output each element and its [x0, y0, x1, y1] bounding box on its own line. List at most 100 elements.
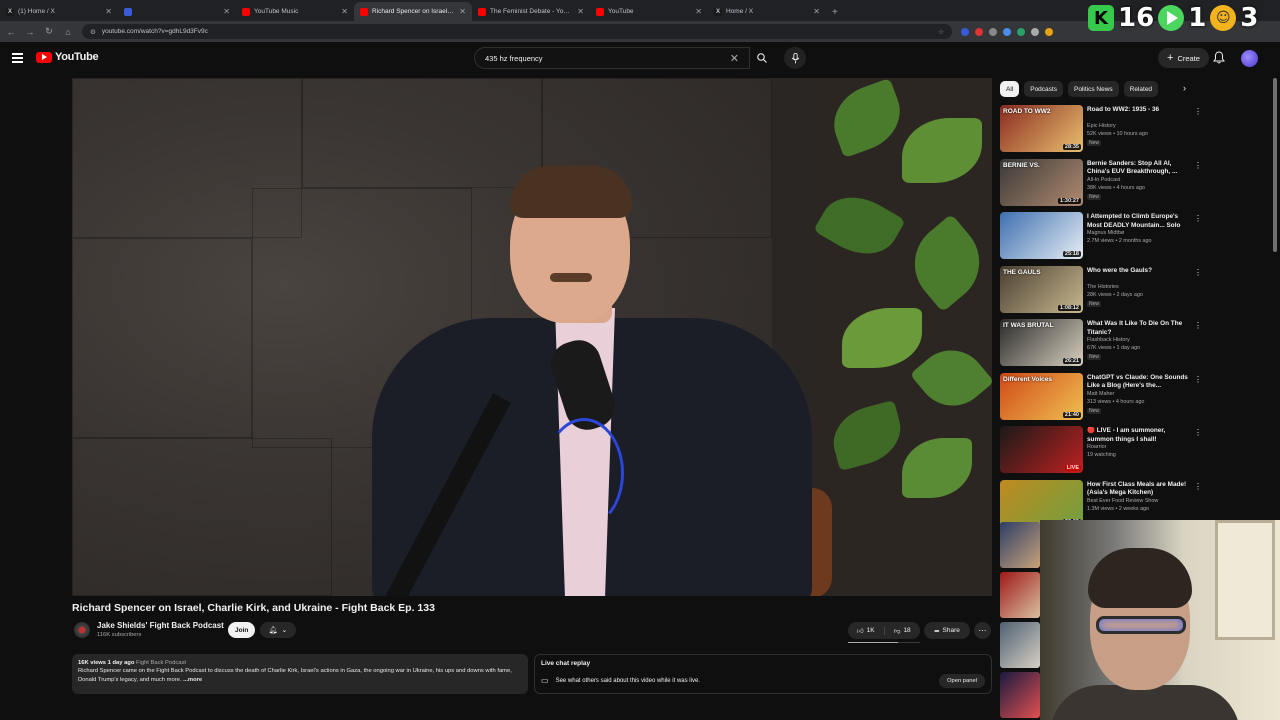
recommendation-title[interactable]: How First Class Meals are Made! (Asia's … [1087, 481, 1191, 498]
close-tab-icon[interactable]: ✕ [223, 7, 230, 16]
recommendation-title[interactable]: Who were the Gauls? [1087, 267, 1191, 276]
browser-tab[interactable]: YouTube ✕ [590, 2, 708, 21]
recommendation-channel[interactable]: Matt Maher [1087, 391, 1114, 399]
like-button[interactable]: 👍︎ 1K [848, 626, 885, 635]
extension-icon[interactable] [1017, 27, 1025, 36]
recommendation-channel[interactable]: Magnus Midtbø [1087, 230, 1124, 238]
account-avatar[interactable] [1241, 50, 1258, 67]
channel-avatar[interactable] [74, 622, 90, 638]
channel-name[interactable]: Jake Shields' Fight Back Podcast [97, 621, 224, 630]
more-actions-icon[interactable]: ⋯ [974, 622, 991, 639]
recommendation-item[interactable]: ROAD TO WW2 28:35 Road to WW2: 1935 - 36 Ep… [1000, 105, 1205, 159]
create-button[interactable]: + Create [1158, 48, 1209, 68]
browser-tab[interactable]: Richard Spencer on Israel, C ✕ [354, 2, 472, 21]
close-tab-icon[interactable]: ✕ [341, 7, 348, 16]
new-tab-icon[interactable]: + [826, 7, 844, 21]
recommendation-channel[interactable]: Epic History [1087, 123, 1116, 131]
bookmark-star-icon[interactable]: ☆ [938, 28, 944, 36]
back-icon[interactable]: ← [6, 27, 16, 37]
recommendation-title[interactable]: 🔴 LIVE - I am summoner, summon things I … [1087, 427, 1191, 444]
extension-icon[interactable] [975, 27, 983, 36]
close-tab-icon[interactable]: ✕ [459, 7, 466, 16]
description-box[interactable]: 16K views 1 day ago Fight Back Podcast R… [72, 654, 528, 694]
thumbnail[interactable]: Different Voices 21:40 [1000, 372, 1083, 420]
extension-icon[interactable] [989, 27, 997, 36]
recommendation-item[interactable]: Different Voices 21:40 ChatGPT vs Claude: … [1000, 372, 1205, 427]
dislike-button[interactable]: 👎︎ 18 [885, 627, 921, 635]
more-options-icon[interactable]: ⋮ [1194, 268, 1202, 277]
recommendation-title[interactable]: ChatGPT vs Claude: One Sounds Like a Blo… [1087, 374, 1191, 391]
extension-icon[interactable] [1031, 27, 1039, 36]
more-options-icon[interactable]: ⋮ [1194, 482, 1202, 491]
thumbnail[interactable]: LIVE [1000, 426, 1083, 473]
recommendation-channel[interactable]: The Histories [1087, 284, 1119, 292]
browser-tab[interactable]: X (1) Home / X ✕ [0, 2, 118, 21]
thumbnail[interactable] [1000, 672, 1040, 718]
extension-icon[interactable] [961, 27, 969, 36]
extension-icon[interactable] [1003, 27, 1011, 36]
close-tab-icon[interactable]: ✕ [813, 7, 820, 16]
recommendation-title[interactable]: I Attempted to Climb Europe's Most DEADL… [1087, 213, 1191, 230]
filter-chip[interactable]: All [1000, 81, 1020, 97]
search-input[interactable]: 435 hz frequency ✕ [474, 47, 750, 69]
address-bar[interactable]: ⚙ youtube.com/watch?v=gdhL9d3Fv9c ☆ [82, 24, 952, 39]
home-icon[interactable]: ⌂ [63, 27, 73, 37]
notifications-bell-icon[interactable] [1213, 51, 1225, 64]
recommendation-item[interactable]: BERNIE VS. 1:30:27 Bernie Sanders: Stop Al… [1000, 158, 1205, 213]
hashtag-link[interactable]: Fight Back Podcast [136, 660, 186, 666]
clear-search-icon[interactable]: ✕ [730, 52, 739, 65]
more-options-icon[interactable]: ⋮ [1194, 107, 1202, 116]
thumbnail-text: BERNIE VS. [1003, 161, 1040, 169]
recommendation-channel[interactable]: Flashback History [1087, 337, 1130, 345]
recommendation-channel[interactable]: All-In Podcast [1087, 177, 1120, 185]
recommendation-channel[interactable]: Roarrior [1087, 444, 1106, 452]
reload-icon[interactable]: ↻ [44, 26, 54, 37]
filter-chip[interactable]: Related [1123, 81, 1159, 97]
more-options-icon[interactable]: ⋮ [1194, 214, 1202, 223]
thumbnail[interactable] [1000, 622, 1040, 668]
browser-tab[interactable]: The Feminist Debate - YouTube ✕ [472, 2, 590, 21]
chevron-right-icon[interactable]: › [1183, 83, 1186, 93]
search-button[interactable] [750, 47, 774, 69]
browser-tab[interactable]: ✕ [118, 2, 236, 21]
recommendation-title[interactable]: What Was It Like To Die On The Titanic? [1087, 320, 1191, 337]
site-info-icon[interactable]: ⚙ [90, 28, 96, 36]
more-options-icon[interactable]: ⋮ [1194, 428, 1202, 437]
recommendation-item[interactable]: 25:18 I Attempted to Climb Europe's Most … [1000, 212, 1205, 266]
recommendation-item[interactable]: LIVE 🔴 LIVE - I am summoner, summon thing… [1000, 426, 1205, 480]
close-tab-icon[interactable]: ✕ [577, 7, 584, 16]
more-link[interactable]: ...more [183, 677, 202, 683]
recommendation-item[interactable]: IT WAS BRUTAL 26:21 What Was It Like To Di… [1000, 319, 1205, 373]
thumbnail[interactable]: THE GAULS 1:08:12 [1000, 265, 1083, 313]
browser-tab[interactable]: YouTube Music ✕ [236, 2, 354, 21]
recommendation-channel[interactable]: Best Ever Food Review Show [1087, 498, 1158, 506]
open-panel-button[interactable]: Open panel [939, 674, 985, 688]
filter-chip[interactable]: Podcasts [1024, 81, 1063, 97]
forward-icon[interactable]: → [25, 27, 35, 37]
page-scrollbar[interactable] [1273, 78, 1277, 252]
filter-chip[interactable]: Politics News [1067, 81, 1119, 97]
subscription-bell-button[interactable]: 🔔︎ ⌄ [260, 622, 296, 638]
youtube-logo[interactable]: YouTube [36, 51, 99, 63]
thumbnail[interactable]: 25:18 [1000, 212, 1083, 259]
more-options-icon[interactable]: ⋮ [1194, 375, 1202, 384]
join-button[interactable]: Join [228, 622, 256, 638]
thumbnail[interactable]: BERNIE VS. 1:30:27 [1000, 158, 1083, 206]
hamburger-menu-icon[interactable] [12, 53, 23, 65]
voice-search-button[interactable] [784, 47, 806, 69]
thumbnail[interactable] [1000, 572, 1040, 618]
recommendation-item[interactable]: THE GAULS 1:08:12 Who were the Gauls? The H… [1000, 265, 1205, 320]
more-options-icon[interactable]: ⋮ [1194, 161, 1202, 170]
close-tab-icon[interactable]: ✕ [105, 7, 112, 16]
thumbnail[interactable] [1000, 522, 1040, 568]
close-tab-icon[interactable]: ✕ [695, 7, 702, 16]
thumbnail[interactable]: IT WAS BRUTAL 26:21 [1000, 319, 1083, 366]
video-player[interactable] [72, 78, 992, 596]
more-options-icon[interactable]: ⋮ [1194, 321, 1202, 330]
thumbnail[interactable]: ROAD TO WW2 28:35 [1000, 105, 1083, 152]
recommendation-title[interactable]: Road to WW2: 1935 - 36 [1087, 106, 1191, 115]
browser-tab[interactable]: X Home / X ✕ [708, 2, 826, 21]
recommendation-title[interactable]: Bernie Sanders: Stop All AI, China's EUV… [1087, 160, 1191, 177]
extension-icon[interactable] [1045, 27, 1053, 36]
share-button[interactable]: ➦ Share [924, 622, 970, 639]
